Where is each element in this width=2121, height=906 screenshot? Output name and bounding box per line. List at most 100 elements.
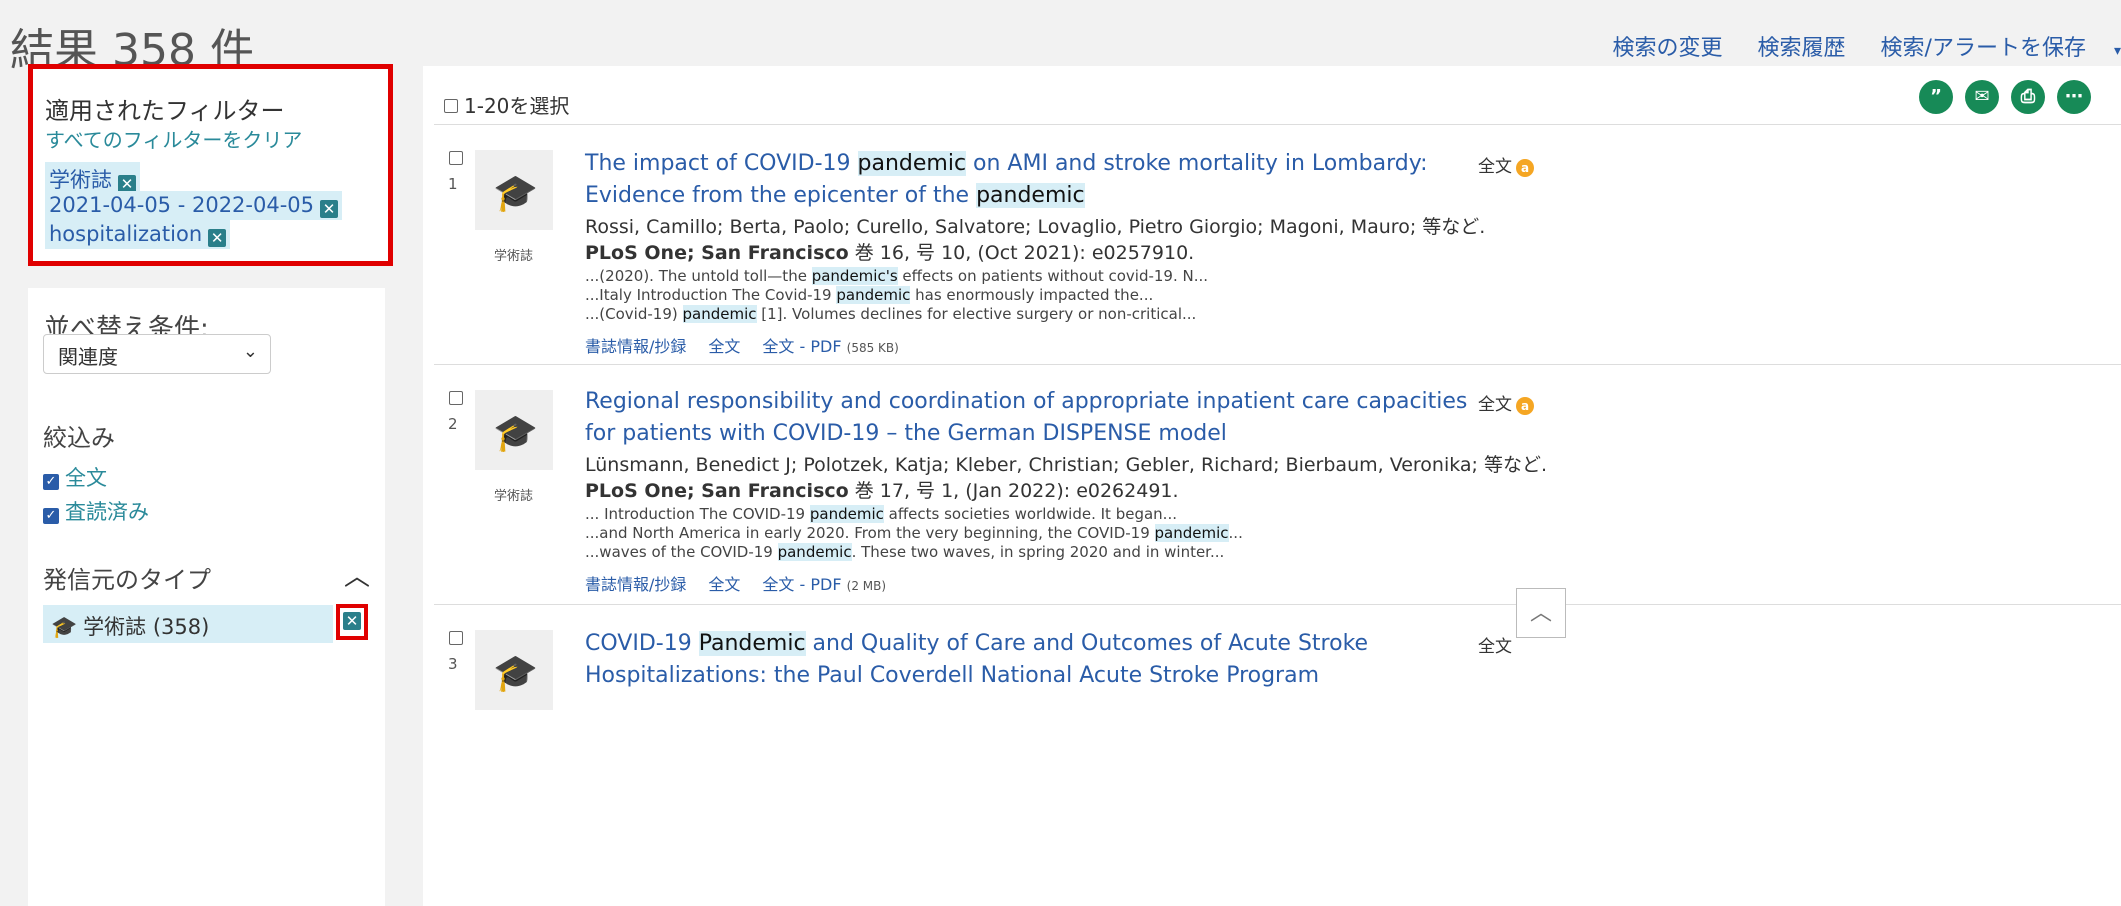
result-checkbox[interactable] (449, 390, 469, 409)
result-actions: ” ✉ ⎙ ⋯ (1907, 80, 2091, 114)
graduation-cap-icon: 🎓 (493, 173, 538, 214)
result-number: 1 (448, 175, 458, 193)
save-search-alert-label: 検索/アラートを保存 (1880, 36, 2086, 61)
result-type-label: 学術誌 (494, 249, 534, 264)
result-number: 3 (448, 655, 458, 673)
print-icon[interactable]: ⎙ (2011, 80, 2045, 114)
pdf-link-label: 全文 - PDF (762, 337, 842, 356)
source-name: PLoS One; San Francisco (585, 242, 849, 264)
filter-chip-date: 2021-04-05 - 2022-04-05 ✕ (45, 191, 343, 220)
result-type-thumbnail: 🎓 (475, 630, 553, 710)
result-type-thumbnail: 🎓 (475, 150, 553, 230)
clear-all-filters-link[interactable]: すべてのフィルターをクリア (45, 124, 302, 153)
fulltext-pdf-link[interactable]: 全文 - PDF (585 KB) (762, 337, 898, 356)
email-icon[interactable]: ✉ (1965, 80, 1999, 114)
remove-source-type-button[interactable]: ✕ (336, 604, 368, 640)
snippet-line: ... Introduction The COVID-19 pandemic a… (585, 505, 1177, 523)
header-links: 検索の変更 検索履歴 検索/アラートを保存 ▾ (1585, 30, 2121, 62)
cite-icon[interactable]: ” (1919, 80, 1953, 114)
snippet-line: ...(Covid-19) pandemic [1]. Volumes decl… (585, 305, 1197, 323)
more-icon[interactable]: ⋯ (2057, 80, 2091, 114)
snippet-line: ...waves of the COVID-19 pandemic. These… (585, 543, 1225, 561)
source-type-item-journal[interactable]: 🎓 学術誌 (358) (43, 605, 333, 643)
checkbox-icon (449, 151, 463, 165)
title-text: COVID-19 (585, 631, 699, 656)
graduation-cap-icon: 🎓 (493, 653, 538, 694)
fulltext-label: 全文 (1478, 395, 1512, 415)
remove-filter-icon[interactable]: ✕ (320, 200, 339, 218)
caret-down-icon: ▾ (2113, 43, 2121, 59)
filter-chip-label: 2021-04-05 - 2022-04-05 (49, 193, 315, 217)
fulltext-label: 全文 (1478, 637, 1512, 657)
fulltext-badge: 全文 (1478, 632, 1512, 657)
open-access-icon: a (1516, 159, 1534, 177)
source-details: 巻 17, 号 1, (Jan 2022): e0262491. (848, 480, 1179, 502)
checkbox-icon (449, 631, 463, 645)
checkbox-checked-icon: ✓ (43, 474, 59, 490)
result-source: PLoS One; San Francisco 巻 17, 号 1, (Jan … (585, 476, 1179, 503)
filter-chip-label: 学術誌 (49, 168, 112, 192)
divider (434, 124, 2121, 125)
result-type-label: 学術誌 (494, 489, 534, 504)
select-all-checkbox[interactable]: 1-20を選択 (444, 90, 569, 119)
fulltext-pdf-link[interactable]: 全文 - PDF (2 MB) (762, 575, 886, 594)
title-highlight: Pandemic (698, 631, 806, 656)
title-text: Regional responsibility and coordination… (585, 389, 1468, 446)
remove-filter-icon[interactable]: ✕ (208, 229, 227, 247)
refine-fulltext-checkbox[interactable]: ✓ 全文 (43, 462, 107, 492)
result-checkbox[interactable] (449, 150, 469, 169)
select-all-label: 1-20を選択 (464, 94, 570, 118)
fulltext-link[interactable]: 全文 (708, 337, 740, 356)
remove-filter-icon: ✕ (343, 612, 361, 630)
fulltext-link[interactable]: 全文 (708, 575, 740, 594)
result-snippets: ... Introduction The COVID-19 pandemic a… (585, 505, 1243, 562)
result-snippets: ...(2020). The untold toll—the pandemic'… (585, 267, 1208, 324)
snippet-line: ...Italy Introduction The Covid-19 pande… (585, 286, 1154, 304)
applied-filters-panel: 適用されたフィルター すべてのフィルターをクリア 学術誌 ✕ 2021-04-05… (28, 64, 393, 266)
source-type-item-label: 学術誌 (358) (83, 615, 210, 639)
result-links: 書誌情報/抄録 全文 全文 - PDF (585 KB) (585, 333, 899, 357)
result-authors: Lünsmann, Benedict J; Polotzek, Katja; K… (585, 454, 1548, 476)
divider (434, 604, 2121, 605)
sort-select-value: 関連度 (58, 345, 118, 369)
result-title-link[interactable]: Regional responsibility and coordination… (585, 386, 1485, 450)
checkbox-checked-icon: ✓ (43, 508, 59, 524)
result-source: PLoS One; San Francisco 巻 16, 号 10, (Oct… (585, 238, 1194, 265)
refine-label: 絞込み (43, 424, 115, 452)
filter-chip-hospitalization: hospitalization ✕ (45, 220, 231, 249)
source-name: PLoS One; San Francisco (585, 480, 849, 502)
pdf-size: (585 KB) (846, 341, 899, 355)
pdf-link-label: 全文 - PDF (762, 575, 842, 594)
result-type-thumbnail: 🎓 (475, 390, 553, 470)
graduation-cap-icon: 🎓 (51, 615, 78, 639)
result-number: 2 (448, 415, 458, 433)
search-history-link[interactable]: 検索履歴 (1758, 36, 1846, 61)
citation-abstract-link[interactable]: 書誌情報/抄録 (585, 337, 686, 356)
result-title-link[interactable]: The impact of COVID-19 pandemic on AMI a… (585, 148, 1485, 212)
fulltext-badge: 全文 a (1478, 390, 1534, 415)
refine-sidebar (28, 288, 385, 906)
result-checkbox[interactable] (449, 630, 469, 649)
graduation-cap-icon: 🎓 (493, 413, 538, 454)
source-details: 巻 16, 号 10, (Oct 2021): e0257910. (848, 242, 1195, 264)
result-authors: Rossi, Camillo; Berta, Paolo; Curello, S… (585, 216, 1486, 238)
result-links: 書誌情報/抄録 全文 全文 - PDF (2 MB) (585, 571, 886, 595)
divider (434, 364, 2121, 365)
fulltext-badge: 全文 a (1478, 152, 1534, 177)
title-highlight: pandemic (976, 183, 1085, 208)
sort-select[interactable]: 関連度 ⌄ (43, 334, 271, 374)
refine-peer-reviewed-checkbox[interactable]: ✓ 査読済み (43, 496, 149, 526)
collapse-chevron-icon[interactable]: ︿ (344, 556, 370, 593)
chevron-down-icon: ⌄ (242, 341, 258, 362)
result-title-link[interactable]: COVID-19 Pandemic and Quality of Care an… (585, 628, 1485, 692)
citation-abstract-link[interactable]: 書誌情報/抄録 (585, 575, 686, 594)
pdf-size: (2 MB) (846, 579, 887, 593)
refine-option-label: 査読済み (65, 500, 149, 524)
refine-option-label: 全文 (65, 466, 107, 490)
checkbox-icon (449, 391, 463, 405)
scroll-to-top-button[interactable]: ︿ (1516, 588, 1566, 638)
save-search-alert-link[interactable]: 検索/アラートを保存 ▾ (1881, 36, 2121, 61)
title-highlight: pandemic (857, 151, 967, 176)
modify-search-link[interactable]: 検索の変更 (1613, 36, 1723, 61)
fulltext-label: 全文 (1478, 157, 1512, 177)
